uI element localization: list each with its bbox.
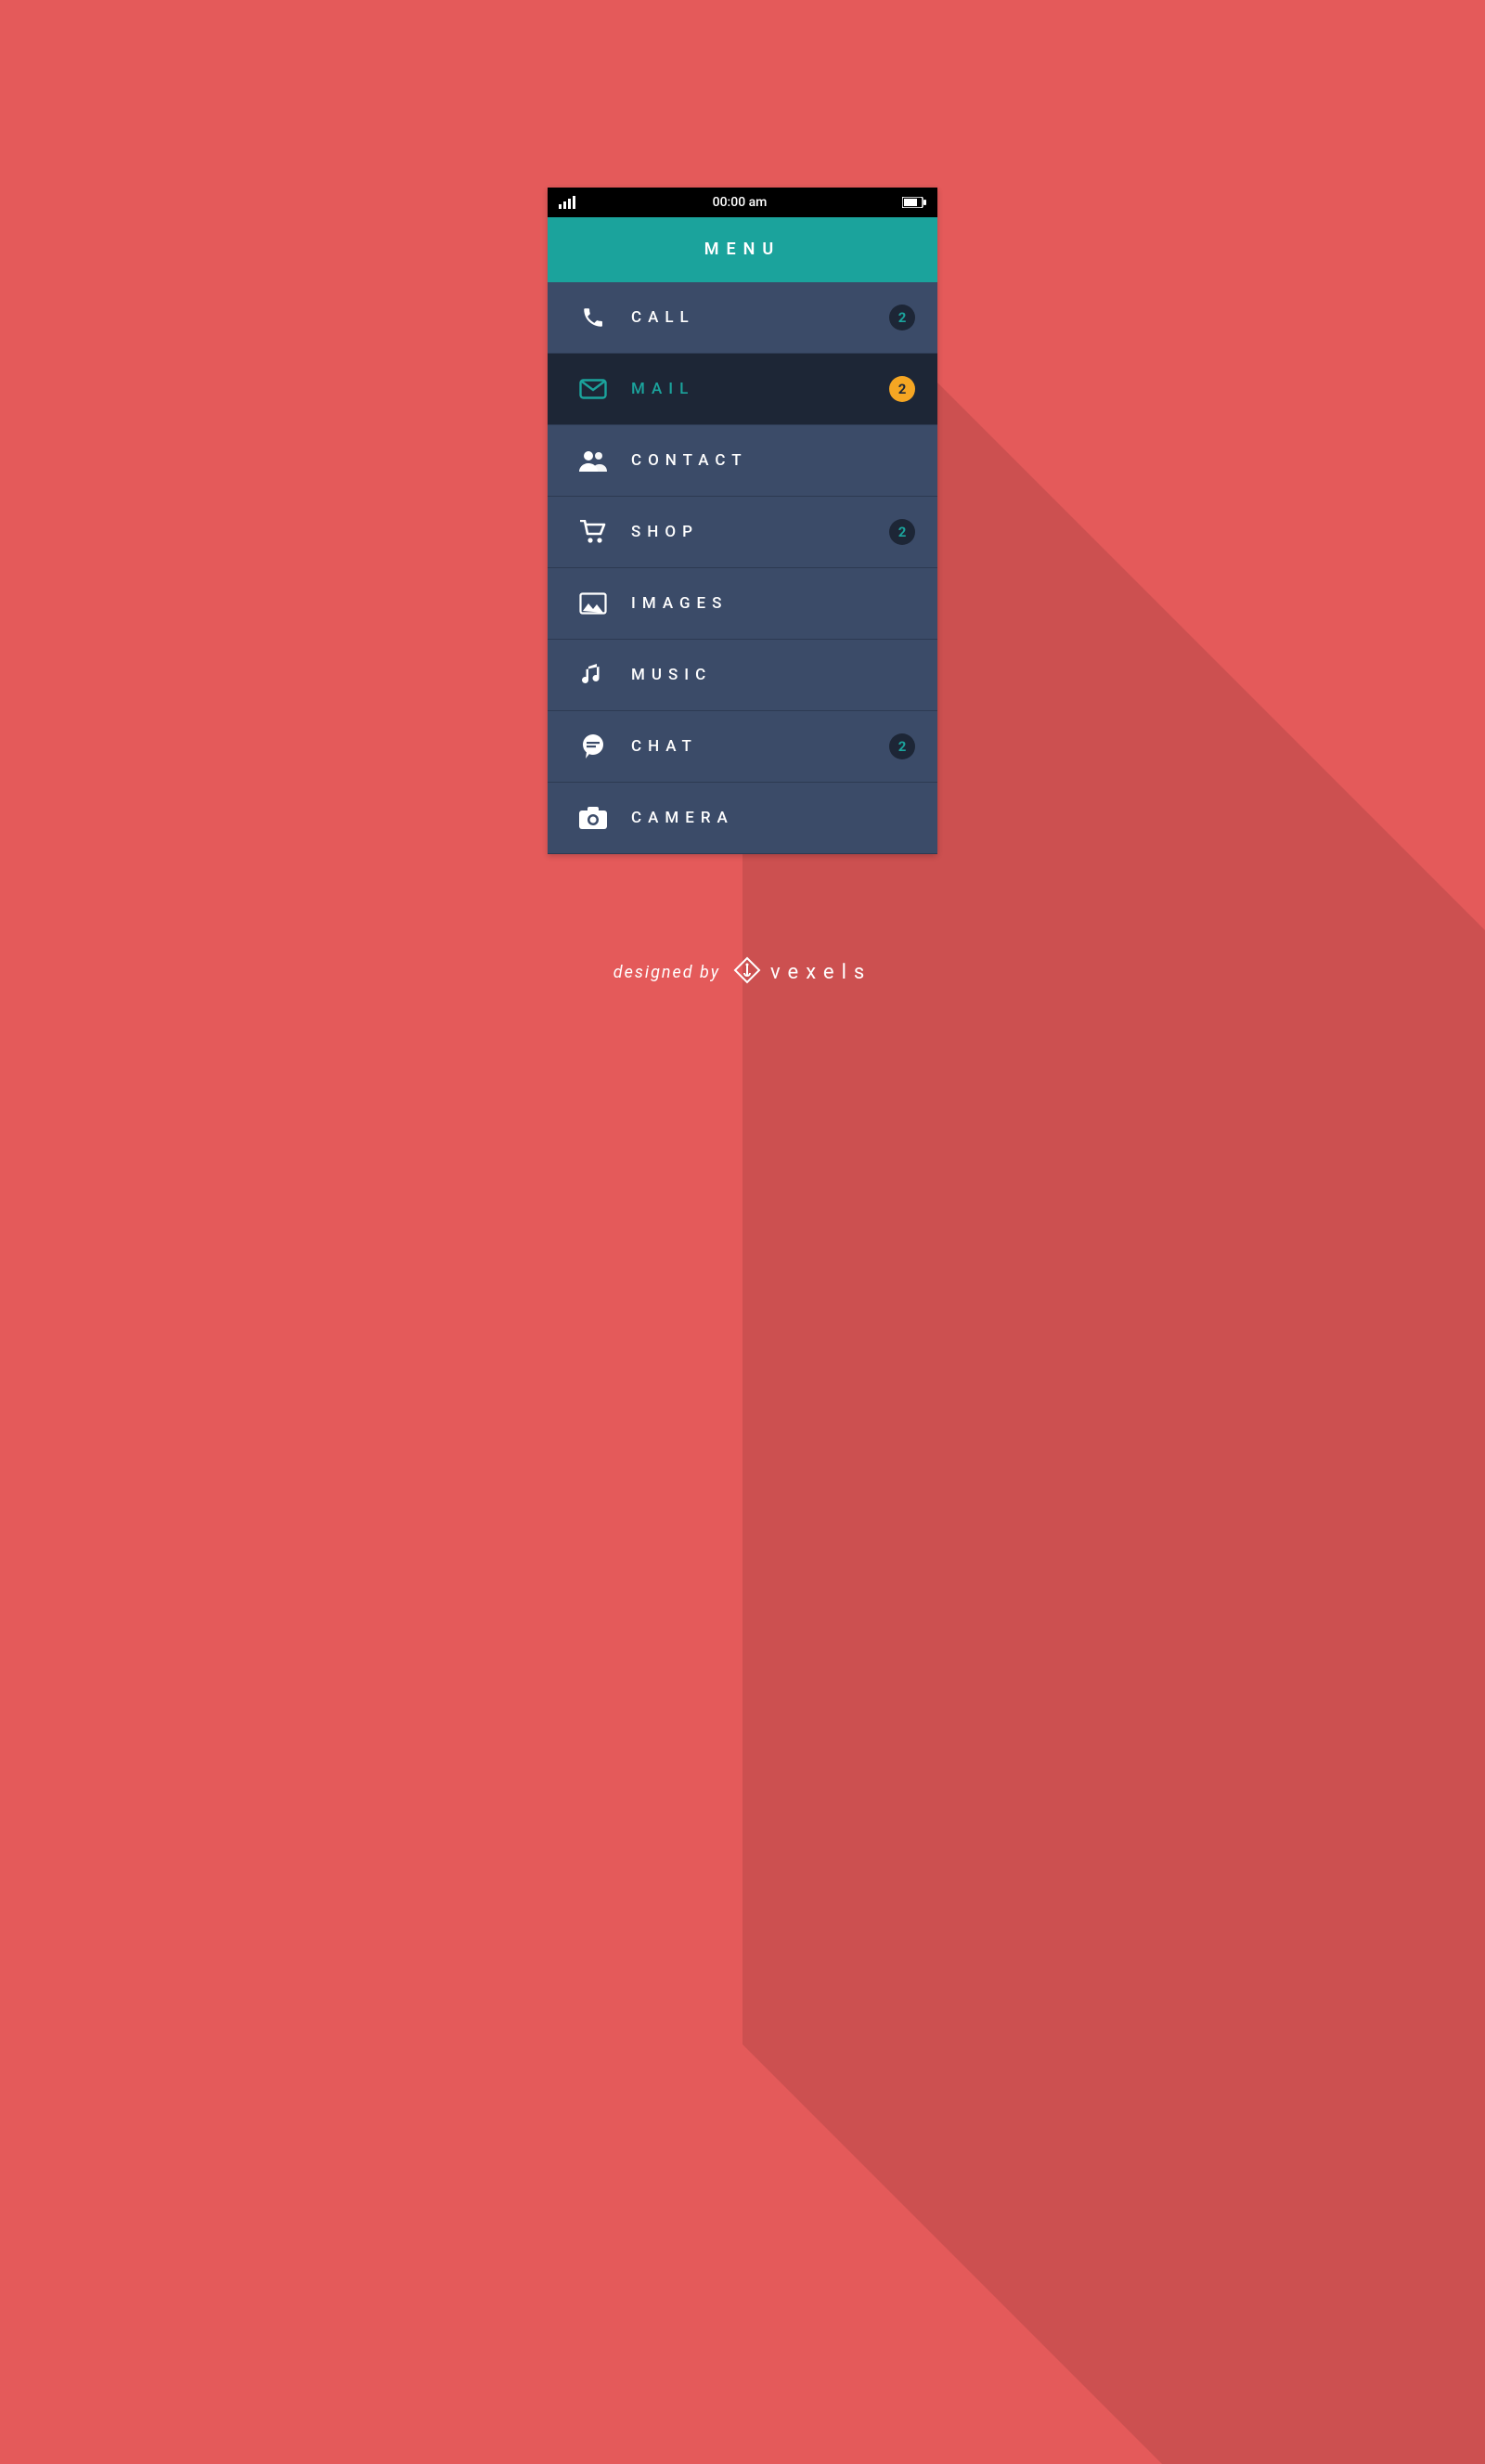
camera-icon	[570, 807, 616, 829]
badge: 2	[889, 519, 915, 545]
header-title: MENU	[704, 240, 781, 259]
menu-item-label: IMAGES	[616, 594, 915, 613]
menu-item-label: SHOP	[616, 523, 889, 541]
vexels-logo-icon	[733, 956, 761, 990]
menu-item-music[interactable]: MUSIC	[548, 640, 937, 711]
badge: 2	[889, 376, 915, 402]
cart-icon	[570, 520, 616, 544]
mail-icon	[570, 379, 616, 399]
battery-icon	[902, 197, 926, 208]
phone-frame: 00:00 am MENU CALL 2	[548, 188, 937, 854]
menu-item-contact[interactable]: CONTACT	[548, 425, 937, 497]
menu-item-images[interactable]: IMAGES	[548, 568, 937, 640]
menu-item-label: MAIL	[616, 380, 889, 398]
menu-item-shop[interactable]: SHOP 2	[548, 497, 937, 568]
menu-item-label: CHAT	[616, 737, 889, 756]
menu-item-chat[interactable]: CHAT 2	[548, 711, 937, 783]
badge: 2	[889, 305, 915, 331]
contact-icon	[570, 449, 616, 472]
menu-list: CALL 2 MAIL 2	[548, 282, 937, 854]
menu-item-label: CONTACT	[616, 451, 915, 470]
phone-icon	[570, 305, 616, 330]
status-bar: 00:00 am	[548, 188, 937, 217]
menu-item-mail[interactable]: MAIL 2	[548, 354, 937, 425]
menu-item-label: CALL	[616, 308, 889, 327]
menu-item-call[interactable]: CALL 2	[548, 282, 937, 354]
header-bar: MENU	[548, 217, 937, 282]
badge: 2	[889, 733, 915, 759]
menu-item-label: MUSIC	[616, 666, 915, 684]
attribution-prefix: designed by	[613, 963, 720, 982]
chat-icon	[570, 733, 616, 759]
attribution-brand: vexels	[770, 961, 872, 984]
attribution: designed by vexels	[613, 956, 872, 990]
menu-item-label: CAMERA	[616, 809, 915, 827]
status-time: 00:00 am	[577, 195, 902, 210]
music-icon	[570, 663, 616, 687]
signal-icon	[559, 196, 577, 209]
menu-item-camera[interactable]: CAMERA	[548, 783, 937, 854]
images-icon	[570, 592, 616, 615]
